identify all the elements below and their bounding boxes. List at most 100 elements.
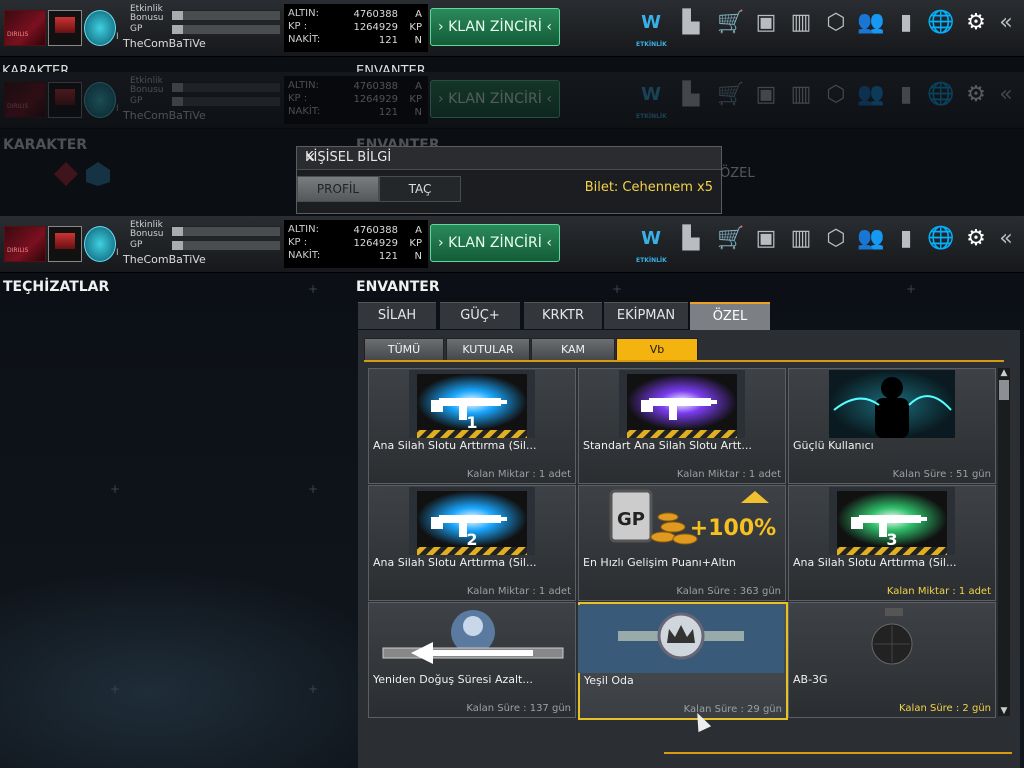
- kp-unit: KP: [409, 22, 422, 33]
- item-name: Ana Silah Slotu Arttırma (Sil...: [793, 556, 957, 569]
- chevron-right-icon: ›: [438, 91, 444, 107]
- clan-emblem-icon[interactable]: DIRILIS: [4, 226, 46, 262]
- ghost-emblem-icon: [52, 160, 110, 188]
- inventory-item[interactable]: 1 Ana Silah Slotu Arttırma (Sil... Kalan…: [368, 368, 576, 484]
- subtab-1[interactable]: KUTULAR: [446, 338, 530, 362]
- tab-2[interactable]: KRKTR: [524, 302, 602, 329]
- altin-value: 4760388: [353, 225, 398, 236]
- back-arrow-icon[interactable]: «: [991, 8, 1021, 38]
- inventory-item[interactable]: GP +100% En Hızlı Gelişim Puanı+Altın Ka…: [578, 485, 786, 601]
- briefcase-icon[interactable]: ▣: [751, 80, 781, 110]
- weapon-slot-icon: 3: [829, 487, 955, 555]
- subtab-0[interactable]: TÜMÜ: [364, 338, 444, 362]
- clan-emblem-icon[interactable]: DIRILIS: [4, 82, 46, 118]
- scroll-up-icon[interactable]: ▲: [998, 368, 1010, 378]
- ranking-icon[interactable]: ▙: [676, 80, 706, 110]
- clan-emblem-icon[interactable]: DIRILIS: [4, 10, 46, 46]
- event-bonus-bar: [171, 82, 281, 93]
- tab-0[interactable]: SİLAH: [358, 302, 436, 329]
- chevron-left-icon: ‹: [546, 19, 552, 35]
- subtab-3[interactable]: Vb: [616, 338, 698, 362]
- globe-icon[interactable]: 🌐: [926, 80, 956, 110]
- etkinlik-icon[interactable]: W ETKİNLİK: [636, 224, 667, 264]
- etkinlik-icon[interactable]: W ETKİNLİK: [636, 8, 667, 48]
- item-remaining: Kalan Süre : 51 gün: [892, 469, 991, 480]
- ranking-icon[interactable]: ▙: [676, 224, 706, 254]
- guild-crest-icon[interactable]: [84, 10, 116, 46]
- tab-profil[interactable]: PROFİL: [297, 176, 379, 202]
- chevron-left-icon: ‹: [546, 91, 552, 107]
- equipment-icon[interactable]: ▥: [786, 80, 816, 110]
- inventory-item[interactable]: Yeniden Doğuş Süresi Azalt... Kalan Süre…: [368, 602, 576, 718]
- nakit-unit: N: [414, 35, 422, 46]
- back-arrow-icon[interactable]: «: [991, 224, 1021, 254]
- tab-3[interactable]: EKİPMAN: [604, 302, 688, 329]
- gear-icon[interactable]: ⚙: [961, 80, 991, 110]
- scroll-thumb[interactable]: [999, 380, 1009, 400]
- close-icon[interactable]: ×: [305, 150, 715, 165]
- klan-zinciri-button[interactable]: › KLAN ZİNCİRİ ‹: [430, 8, 560, 46]
- tab-tac[interactable]: TAÇ: [379, 176, 461, 202]
- globe-icon[interactable]: 🌐: [926, 8, 956, 38]
- techizatlar-title: TEÇHİZATLAR: [3, 279, 110, 295]
- shop-cart-icon[interactable]: 🛒: [716, 8, 746, 38]
- rank-badge-icon[interactable]: [48, 226, 82, 262]
- kp-unit: KP: [409, 238, 422, 249]
- inventory-item[interactable]: 3 Ana Silah Slotu Arttırma (Sil... Kalan…: [788, 485, 996, 601]
- shop-cart-icon[interactable]: 🛒: [716, 80, 746, 110]
- guild-crest-icon[interactable]: [84, 82, 116, 118]
- inventory-item[interactable]: AB-3G Kalan Süre : 2 gün: [788, 602, 996, 718]
- currency-panel: ALTIN: 4760388 A KP : 1264929 KP NAKİT: …: [284, 220, 428, 268]
- event-bonus-bar: [171, 10, 281, 21]
- rank-badge-icon[interactable]: [48, 10, 82, 46]
- gp-progress-bar: [171, 24, 281, 35]
- tab-4[interactable]: ÖZEL: [690, 302, 770, 330]
- globe-icon[interactable]: 🌐: [926, 224, 956, 254]
- briefcase-icon[interactable]: ▣: [751, 224, 781, 254]
- ghost-envanter-label: ENVANTER: [356, 64, 426, 72]
- etkinlik-icon[interactable]: W ETKİNLİK: [636, 80, 667, 120]
- friends-icon[interactable]: 👥: [856, 80, 886, 110]
- back-arrow-icon[interactable]: «: [991, 80, 1021, 110]
- kp-value: 1264929: [353, 94, 398, 105]
- event-bonus-bar: [171, 226, 281, 237]
- inventory-scrollbar[interactable]: ▲ ▼: [998, 368, 1010, 716]
- item-remaining: Kalan Süre : 363 gün: [676, 586, 781, 597]
- ranking-icon[interactable]: ▙: [676, 8, 706, 38]
- box-icon[interactable]: ⬡: [821, 224, 851, 254]
- tab-1[interactable]: GÜÇ+: [440, 302, 520, 329]
- inventory-item[interactable]: Standart Ana Silah Slotu Artt... Kalan M…: [578, 368, 786, 484]
- briefcase-icon[interactable]: ▣: [751, 8, 781, 38]
- inventory-item[interactable]: Yeşil Oda Kalan Süre : 29 gün: [578, 602, 788, 720]
- gear-icon[interactable]: ⚙: [961, 8, 991, 38]
- box-icon[interactable]: ⬡: [821, 8, 851, 38]
- svg-text:3: 3: [886, 530, 897, 549]
- personal-info-popup: KİŞİSEL BİLGİ × PROFİL TAÇ Bilet: Cehenn…: [296, 146, 722, 214]
- nakit-value: 121: [378, 107, 398, 118]
- friends-icon[interactable]: 👥: [856, 8, 886, 38]
- scroll-down-icon[interactable]: ▼: [998, 706, 1010, 716]
- currency-panel: ALTIN: 4760388 A KP : 1264929 KP NAKİT: …: [284, 76, 428, 124]
- item-name: Standart Ana Silah Slotu Artt...: [583, 439, 752, 452]
- shop-cart-icon[interactable]: 🛒: [716, 224, 746, 254]
- klan-zinciri-button[interactable]: › KLAN ZİNCİRİ ‹: [430, 224, 560, 262]
- subtab-2[interactable]: KAM: [531, 338, 615, 362]
- inventory-item[interactable]: 2 Ana Silah Slotu Arttırma (Sil... Kalan…: [368, 485, 576, 601]
- stats-icon[interactable]: ▮: [891, 80, 921, 110]
- klan-zinciri-button[interactable]: › KLAN ZİNCİRİ ‹: [430, 80, 560, 118]
- box-icon[interactable]: ⬡: [821, 80, 851, 110]
- altin-unit: A: [415, 81, 422, 92]
- equipment-icon[interactable]: ▥: [786, 224, 816, 254]
- stats-icon[interactable]: ▮: [891, 8, 921, 38]
- subtab-underline: [364, 360, 1004, 362]
- stats-icon[interactable]: ▮: [891, 224, 921, 254]
- rank-badge-icon[interactable]: [48, 82, 82, 118]
- inventory-item[interactable]: Güçlü Kullanıcı Kalan Süre : 51 gün: [788, 368, 996, 484]
- etkinlik-caption: ETKİNLİK: [636, 113, 667, 120]
- plus-marker: +: [612, 282, 623, 296]
- equipment-icon[interactable]: ▥: [786, 8, 816, 38]
- friends-icon[interactable]: 👥: [856, 224, 886, 254]
- guild-crest-icon[interactable]: [84, 226, 116, 262]
- gp-bonus-icon: GP +100%: [609, 487, 776, 555]
- gear-icon[interactable]: ⚙: [961, 224, 991, 254]
